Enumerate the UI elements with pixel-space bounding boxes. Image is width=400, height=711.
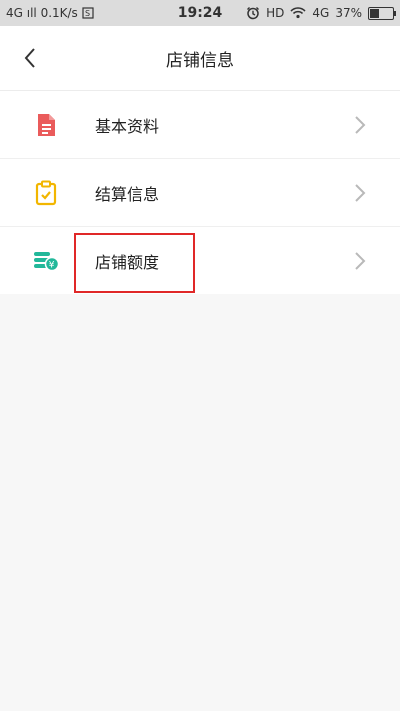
menu-item-settlement-info[interactable]: 结算信息 [0,158,400,226]
svg-text:¥: ¥ [49,260,55,270]
menu-list: 基本资料 结算信息 ¥ 店铺额度 [0,91,400,294]
battery-icon [368,6,396,20]
chevron-right-icon [355,183,366,202]
hd-indicator: HD [266,6,285,20]
clipboard-check-icon [32,179,60,207]
status-bar: 4G ıll 0.1K/s S 19:24 HD 4G 37% [0,0,400,26]
back-button[interactable] [12,40,48,76]
sim-icon: S [82,7,94,19]
coins-yen-icon: ¥ [32,247,60,275]
battery-percent: 37% [335,6,362,20]
page-title: 店铺信息 [166,50,234,71]
network-speed: 4G ıll 0.1K/s [6,6,78,20]
status-left: 4G ıll 0.1K/s S [6,6,94,20]
header: 店铺信息 [0,26,400,91]
chevron-left-icon [24,48,35,68]
document-icon [32,111,60,139]
alarm-icon [247,7,260,20]
menu-item-label: 结算信息 [95,184,160,204]
chevron-right-icon [355,251,366,270]
status-right: HD 4G 37% [246,6,396,20]
menu-item-store-quota[interactable]: ¥ 店铺额度 [0,226,400,294]
menu-item-label: 基本资料 [95,116,160,136]
menu-item-label: 店铺额度 [95,252,160,272]
svg-text:S: S [85,9,90,18]
chevron-right-icon [355,115,366,134]
status-time: 19:24 [177,5,223,21]
network-type: 4G [312,6,330,20]
wifi-icon [290,7,306,19]
menu-item-basic-info[interactable]: 基本资料 [0,91,400,158]
